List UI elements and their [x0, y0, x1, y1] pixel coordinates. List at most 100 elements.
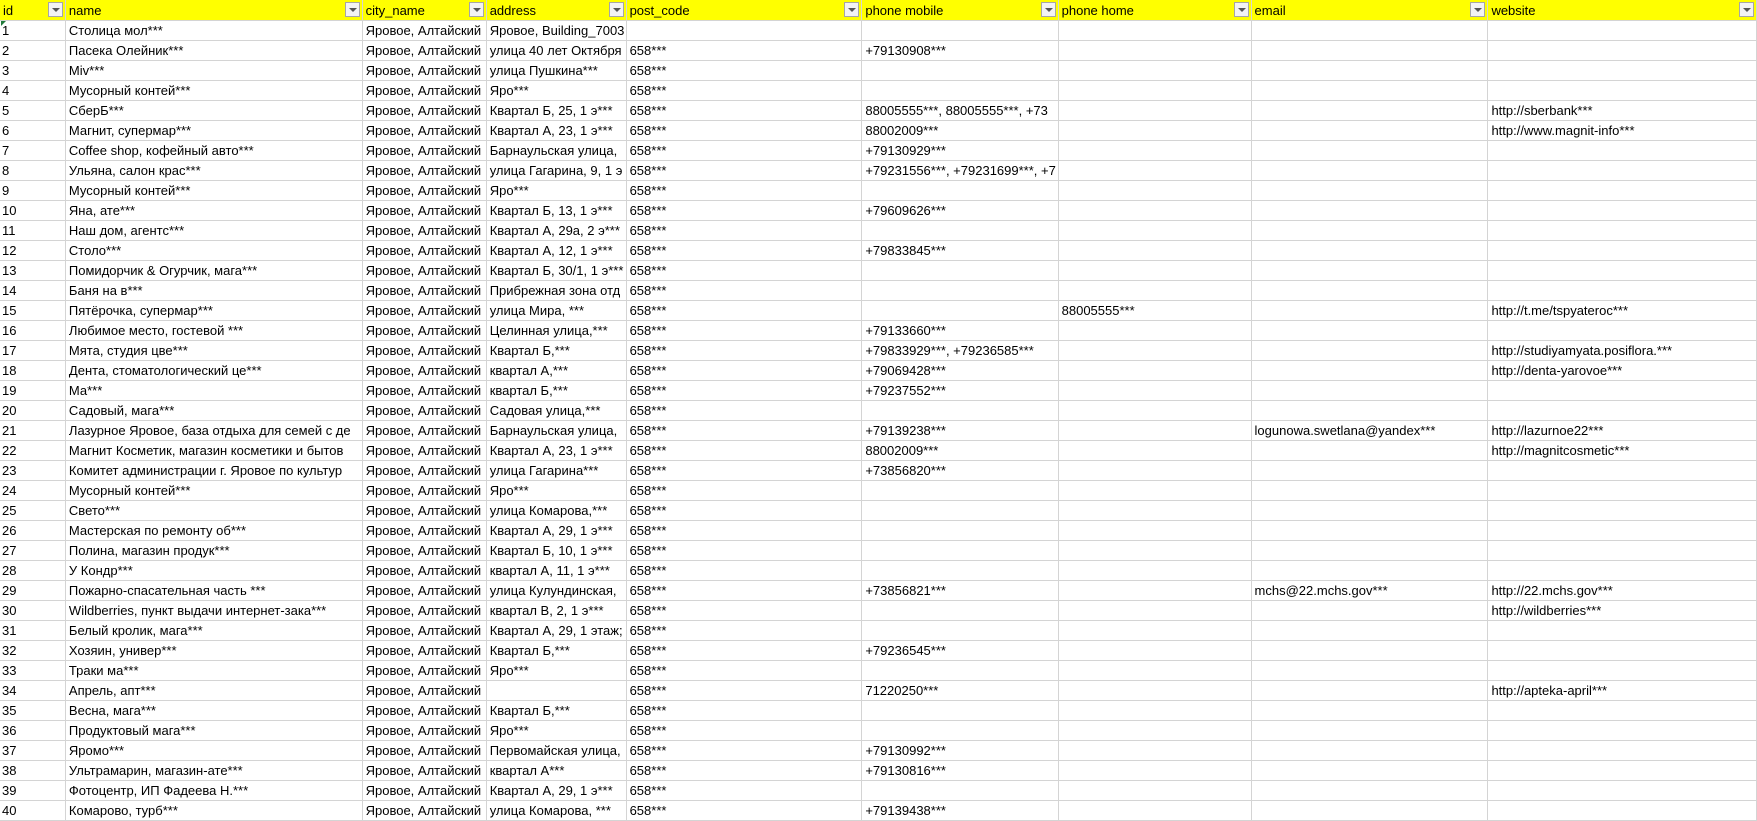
cell-name[interactable]: Пятёрочка, супермар*** — [65, 300, 363, 321]
cell-post-code[interactable]: 658*** — [626, 360, 863, 381]
cell-phone-mobile[interactable]: +73856820*** — [861, 460, 1059, 481]
cell-phone-home[interactable] — [1058, 700, 1252, 721]
cell-phone-mobile[interactable]: +79133660*** — [861, 320, 1059, 341]
cell-address[interactable]: улица Гагарина*** — [486, 460, 627, 481]
cell-address[interactable]: улица Комарова, *** — [486, 800, 627, 821]
cell-website[interactable]: http://lazurnoe22*** — [1487, 420, 1757, 441]
cell-phone-mobile[interactable]: +79130816*** — [861, 760, 1059, 781]
cell-name[interactable]: Баня на в*** — [65, 280, 363, 301]
cell-city-name[interactable]: Яровое, Алтайский — [362, 500, 487, 521]
cell-email[interactable] — [1251, 680, 1489, 701]
cell-address[interactable]: квартал А, 11, 1 э*** — [486, 560, 627, 581]
cell-city-name[interactable]: Яровое, Алтайский — [362, 780, 487, 801]
cell-post-code[interactable]: 658*** — [626, 320, 863, 341]
cell-name[interactable]: Наш дом, агентс*** — [65, 220, 363, 241]
cell-phone-mobile[interactable]: +79130992*** — [861, 740, 1059, 761]
cell-post-code[interactable]: 658*** — [626, 700, 863, 721]
cell-id[interactable]: 4 — [0, 80, 66, 101]
cell-city-name[interactable]: Яровое, Алтайский — [362, 600, 487, 621]
cell-phone-home[interactable]: 88005555*** — [1058, 300, 1252, 321]
cell-phone-mobile[interactable] — [861, 300, 1059, 321]
cell-website[interactable]: http://wildberries*** — [1487, 600, 1757, 621]
cell-phone-home[interactable] — [1058, 620, 1252, 641]
cell-id[interactable]: 27 — [0, 540, 66, 561]
cell-city-name[interactable]: Яровое, Алтайский — [362, 100, 487, 121]
cell-website[interactable] — [1487, 380, 1757, 401]
cell-post-code[interactable]: 658*** — [626, 300, 863, 321]
cell-post-code[interactable]: 658*** — [626, 220, 863, 241]
cell-website[interactable] — [1487, 400, 1757, 421]
cell-email[interactable] — [1251, 480, 1489, 501]
cell-id[interactable]: 9 — [0, 180, 66, 201]
cell-address[interactable]: Прибрежная зона отд — [486, 280, 627, 301]
cell-website[interactable] — [1487, 520, 1757, 541]
cell-post-code[interactable]: 658*** — [626, 800, 863, 821]
cell-phone-mobile[interactable] — [861, 480, 1059, 501]
cell-name[interactable]: Весна, мага*** — [65, 700, 363, 721]
cell-email[interactable] — [1251, 200, 1489, 221]
cell-website[interactable] — [1487, 700, 1757, 721]
cell-name[interactable]: Комарово, турб*** — [65, 800, 363, 821]
cell-id[interactable]: 25 — [0, 500, 66, 521]
cell-phone-mobile[interactable] — [861, 260, 1059, 281]
cell-phone-mobile[interactable]: 71220250*** — [861, 680, 1059, 701]
cell-website[interactable] — [1487, 720, 1757, 741]
cell-phone-home[interactable] — [1058, 540, 1252, 561]
cell-name[interactable]: Мусорный контей*** — [65, 80, 363, 101]
cell-id[interactable]: 33 — [0, 660, 66, 681]
cell-phone-home[interactable] — [1058, 180, 1252, 201]
cell-city-name[interactable]: Яровое, Алтайский — [362, 740, 487, 761]
cell-city-name[interactable]: Яровое, Алтайский — [362, 180, 487, 201]
cell-address[interactable]: Квартал Б, 30/1, 1 э*** — [486, 260, 627, 281]
cell-email[interactable] — [1251, 560, 1489, 581]
cell-name[interactable]: Магнит Косметик, магазин косметики и быт… — [65, 440, 363, 461]
cell-name[interactable]: Апрель, апт*** — [65, 680, 363, 701]
cell-city-name[interactable]: Яровое, Алтайский — [362, 420, 487, 441]
cell-id[interactable]: 20 — [0, 400, 66, 421]
cell-website[interactable] — [1487, 480, 1757, 501]
cell-post-code[interactable]: 658*** — [626, 80, 863, 101]
cell-address[interactable]: улица Кулундинская, — [486, 580, 627, 601]
cell-city-name[interactable]: Яровое, Алтайский — [362, 680, 487, 701]
cell-name[interactable]: Дента, стоматологический це*** — [65, 360, 363, 381]
cell-post-code[interactable]: 658*** — [626, 60, 863, 81]
cell-phone-home[interactable] — [1058, 360, 1252, 381]
filter-dropdown-button[interactable] — [47, 2, 63, 17]
cell-email[interactable] — [1251, 280, 1489, 301]
cell-name[interactable]: Траки ма*** — [65, 660, 363, 681]
cell-city-name[interactable]: Яровое, Алтайский — [362, 200, 487, 221]
cell-id[interactable]: 24 — [0, 480, 66, 501]
column-header-city-name[interactable]: city_name — [362, 0, 487, 21]
cell-post-code[interactable]: 658*** — [626, 600, 863, 621]
cell-email[interactable] — [1251, 720, 1489, 741]
cell-website[interactable] — [1487, 260, 1757, 281]
cell-website[interactable] — [1487, 160, 1757, 181]
cell-phone-home[interactable] — [1058, 520, 1252, 541]
cell-email[interactable] — [1251, 60, 1489, 81]
cell-city-name[interactable]: Яровое, Алтайский — [362, 40, 487, 61]
cell-website[interactable] — [1487, 200, 1757, 221]
cell-city-name[interactable]: Яровое, Алтайский — [362, 260, 487, 281]
cell-post-code[interactable]: 658*** — [626, 280, 863, 301]
cell-phone-home[interactable] — [1058, 760, 1252, 781]
cell-id[interactable]: 37 — [0, 740, 66, 761]
cell-phone-mobile[interactable]: +79139238*** — [861, 420, 1059, 441]
cell-post-code[interactable]: 658*** — [626, 100, 863, 121]
cell-post-code[interactable] — [626, 20, 863, 41]
cell-phone-mobile[interactable] — [861, 780, 1059, 801]
cell-city-name[interactable]: Яровое, Алтайский — [362, 240, 487, 261]
cell-email[interactable] — [1251, 780, 1489, 801]
cell-phone-home[interactable] — [1058, 80, 1252, 101]
cell-website[interactable] — [1487, 20, 1757, 41]
cell-phone-home[interactable] — [1058, 720, 1252, 741]
cell-website[interactable]: http://apteka-april*** — [1487, 680, 1757, 701]
cell-email[interactable] — [1251, 140, 1489, 161]
cell-post-code[interactable]: 658*** — [626, 740, 863, 761]
cell-email[interactable] — [1251, 620, 1489, 641]
cell-name[interactable]: Столо*** — [65, 240, 363, 261]
cell-email[interactable] — [1251, 300, 1489, 321]
cell-city-name[interactable]: Яровое, Алтайский — [362, 640, 487, 661]
cell-email[interactable] — [1251, 240, 1489, 261]
filter-dropdown-button[interactable] — [468, 2, 484, 17]
cell-email[interactable] — [1251, 20, 1489, 41]
